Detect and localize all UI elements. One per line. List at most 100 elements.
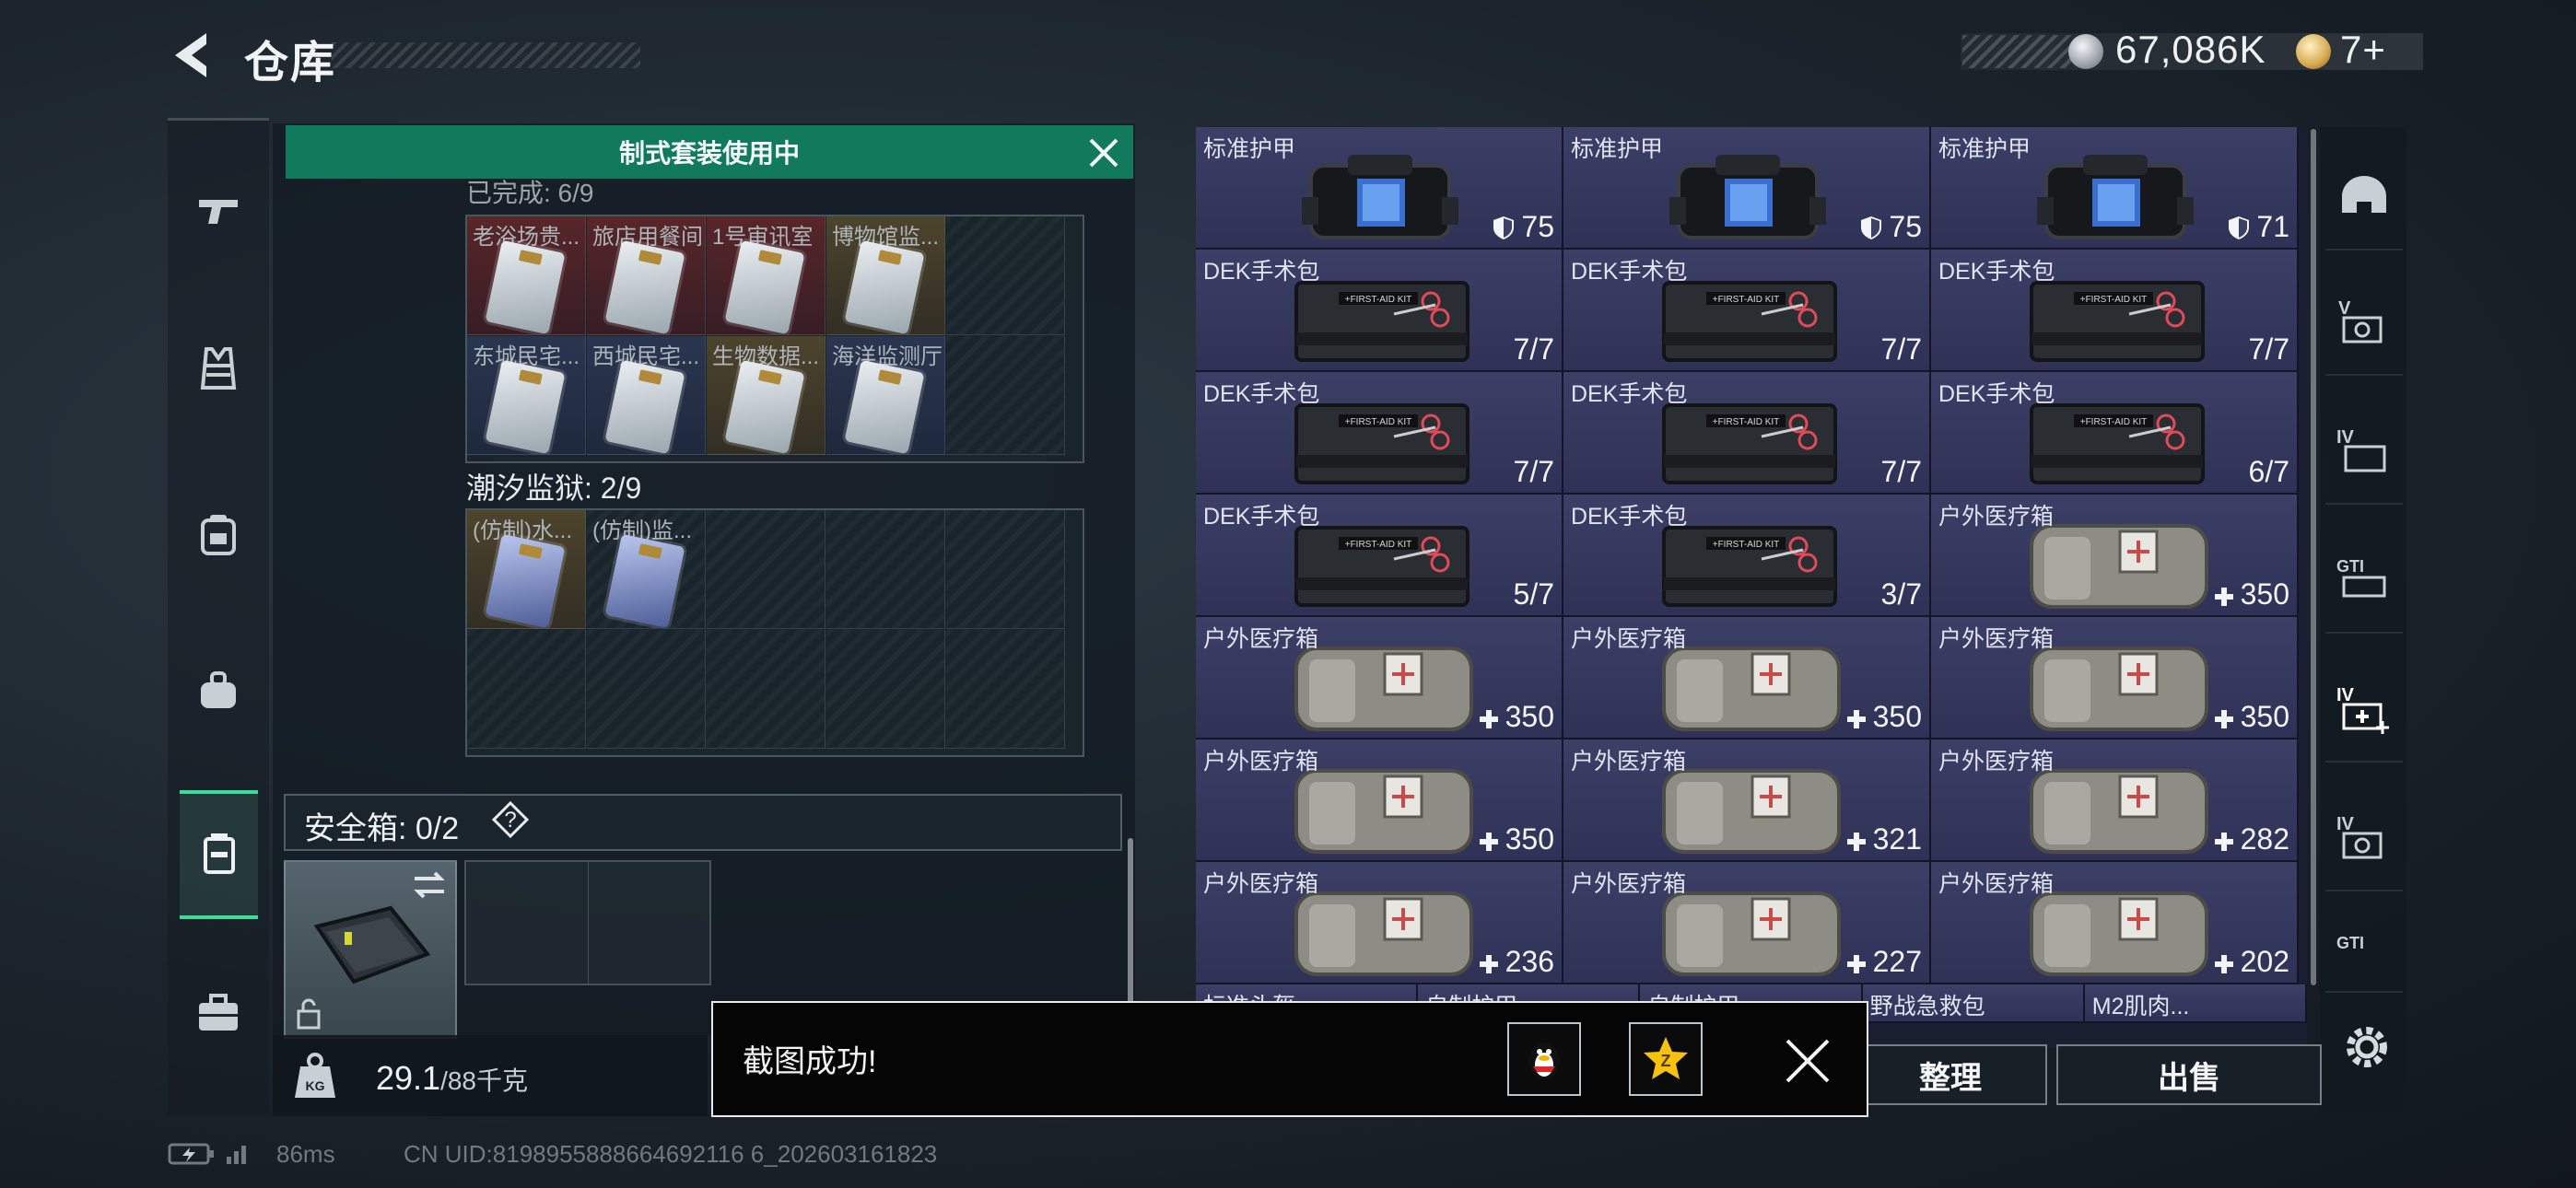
empty-slot[interactable] <box>707 510 825 629</box>
close-icon[interactable] <box>1085 134 1122 171</box>
inventory-item[interactable]: 标准护甲 75 <box>1563 127 1931 250</box>
money-amount[interactable]: 67,086K <box>2115 28 2266 72</box>
inventory-item[interactable]: +FIRST-AID KIT DEK手术包 7/7 <box>1931 250 2299 372</box>
inventory-item[interactable]: 标准护甲 71 <box>1931 127 2299 250</box>
share-qq-button[interactable] <box>1507 1022 1581 1096</box>
inventory-item[interactable]: 户外医疗箱 282 <box>1931 740 2299 862</box>
filter-gti-2[interactable]: GTI <box>2325 917 2403 993</box>
sort-button[interactable]: 整理 <box>1854 1044 2047 1105</box>
inventory-item[interactable]: 户外医疗箱 227 <box>1563 862 1931 984</box>
inventory-item[interactable]: 户外医疗箱 350 <box>1931 617 2299 740</box>
close-icon[interactable] <box>1784 1037 1832 1085</box>
coupon-amount[interactable]: 7+ <box>2340 28 2386 72</box>
safe-box-slot[interactable] <box>284 860 457 1039</box>
keycard-icon <box>485 239 566 334</box>
filter-helmet[interactable] <box>2325 147 2403 250</box>
keycard-icon <box>724 359 805 454</box>
inventory-item[interactable]: +FIRST-AID KIT DEK手术包 7/7 <box>1563 372 1931 495</box>
inventory-item[interactable]: 户外医疗箱 350 <box>1196 740 1563 862</box>
empty-slot[interactable] <box>946 510 1065 629</box>
vest-icon <box>200 347 237 390</box>
item-name: 户外医疗箱 <box>1571 871 1687 897</box>
collection-slot[interactable]: 老浴场贵... <box>467 216 586 335</box>
collection-slot[interactable]: 生物数据... <box>707 336 825 455</box>
collection-slot[interactable]: 西城民宅... <box>587 336 706 455</box>
gti-vest-icon: GTI <box>2336 557 2386 598</box>
empty-slot[interactable] <box>587 630 706 749</box>
empty-slot[interactable] <box>826 630 945 749</box>
inventory-item[interactable]: 户外医疗箱 236 <box>1196 862 1563 984</box>
inventory-item[interactable]: +FIRST-AID KIT DEK手术包 6/7 <box>1931 372 2299 495</box>
item-value-text: 7/7 <box>1880 455 1922 488</box>
heal-plus-icon <box>1479 833 1498 851</box>
heal-plus-icon <box>1846 955 1866 973</box>
help-icon[interactable]: ? <box>492 801 529 838</box>
empty-safe-slot[interactable] <box>464 860 711 985</box>
item-value-text: 5/7 <box>1513 577 1554 611</box>
nav-vest[interactable] <box>168 304 269 433</box>
empty-slot[interactable] <box>707 630 825 749</box>
nav-briefcase[interactable] <box>168 949 269 1077</box>
collection-slot[interactable]: 东城民宅... <box>467 336 586 455</box>
svg-text:+FIRST-AID KIT: +FIRST-AID KIT <box>2080 295 2148 305</box>
filter-armor-v[interactable]: V <box>2325 273 2403 376</box>
item-value: 75 <box>1859 210 1922 244</box>
settings-gear-icon[interactable] <box>2340 1020 2394 1074</box>
share-qzone-button[interactable]: Z <box>1629 1022 1703 1096</box>
filter-armor-iv[interactable]: IV <box>2325 788 2403 891</box>
inventory-item[interactable]: 标准护甲 75 <box>1196 127 1563 250</box>
item-value-text: 6/7 <box>2248 455 2289 488</box>
collection-slot[interactable]: 旅店用餐间 <box>587 216 706 335</box>
inventory-item[interactable]: +FIRST-AID KIT DEK手术包 3/7 <box>1563 495 1931 617</box>
inventory-item[interactable]: +FIRST-AID KIT DEK手术包 5/7 <box>1196 495 1563 617</box>
collection-slot[interactable]: 海洋监测厅 <box>826 336 945 455</box>
nav-backpack[interactable] <box>168 470 269 599</box>
swap-icon[interactable] <box>411 869 448 901</box>
nav-bag[interactable] <box>168 626 269 755</box>
item-value-text: 202 <box>2240 945 2289 978</box>
empty-slot[interactable] <box>826 510 945 629</box>
item-value-text: 350 <box>1872 700 1922 733</box>
filter-medical[interactable]: IV <box>2325 659 2403 763</box>
inventory-item[interactable]: +FIRST-AID KIT DEK手术包 7/7 <box>1563 250 1931 372</box>
empty-slot[interactable] <box>946 336 1065 455</box>
collection-slot[interactable]: (仿制)水... <box>467 510 586 629</box>
battery-icon <box>168 1143 214 1165</box>
back-arrow-icon[interactable] <box>166 28 221 83</box>
inventory-item-partial[interactable]: 野战急救包 <box>1862 984 2085 1023</box>
title-decoration <box>332 42 640 68</box>
collection-slot[interactable]: 1号审讯室 <box>707 216 825 335</box>
page-title: 仓库 <box>244 39 337 87</box>
inventory-item-partial[interactable]: M2肌肉... <box>2084 984 2307 1023</box>
collection-slot[interactable]: 博物馆监... <box>826 216 945 335</box>
empty-slot[interactable] <box>946 216 1065 335</box>
prison-progress: 潮汐监狱: 2/9 <box>466 472 642 505</box>
item-value: 202 <box>2213 945 2289 979</box>
empty-slot[interactable] <box>946 630 1065 749</box>
empty-slot[interactable] <box>467 630 586 749</box>
nav-safe-box[interactable] <box>180 790 258 919</box>
inventory-item[interactable]: 户外医疗箱 350 <box>1563 617 1931 740</box>
heal-plus-icon <box>1479 710 1498 728</box>
svg-text:+FIRST-AID KIT: +FIRST-AID KIT <box>1713 417 1780 427</box>
collection-slot[interactable]: (仿制)监... <box>587 510 706 629</box>
filter-bag-iv[interactable]: IV <box>2325 402 2403 505</box>
inventory-item[interactable]: 户外医疗箱 321 <box>1563 740 1931 862</box>
inventory-item[interactable]: 户外医疗箱 202 <box>1931 862 2299 984</box>
inventory-item[interactable]: 户外医疗箱 350 <box>1196 617 1563 740</box>
pistol-icon <box>199 200 238 224</box>
nav-weapons[interactable] <box>168 147 269 276</box>
filter-gti[interactable]: GTI <box>2325 530 2403 634</box>
inventory-item[interactable]: +FIRST-AID KIT DEK手术包 7/7 <box>1196 372 1563 495</box>
inventory-item[interactable]: 户外医疗箱 350 <box>1931 495 2299 617</box>
shield-icon <box>2229 216 2250 239</box>
panel-scrollbar[interactable] <box>1128 838 1133 1004</box>
qq-penguin-icon <box>1529 1042 1559 1079</box>
item-value: 7/7 <box>1514 455 1554 489</box>
heal-plus-icon <box>1479 955 1498 973</box>
inventory-item[interactable]: +FIRST-AID KIT DEK手术包 7/7 <box>1196 250 1563 372</box>
sell-button[interactable]: 出售 <box>2056 1044 2322 1105</box>
item-name: 标准护甲 <box>1938 136 2032 162</box>
inventory-scrollbar[interactable] <box>2311 129 2316 985</box>
svg-text:IV: IV <box>2336 814 2355 834</box>
